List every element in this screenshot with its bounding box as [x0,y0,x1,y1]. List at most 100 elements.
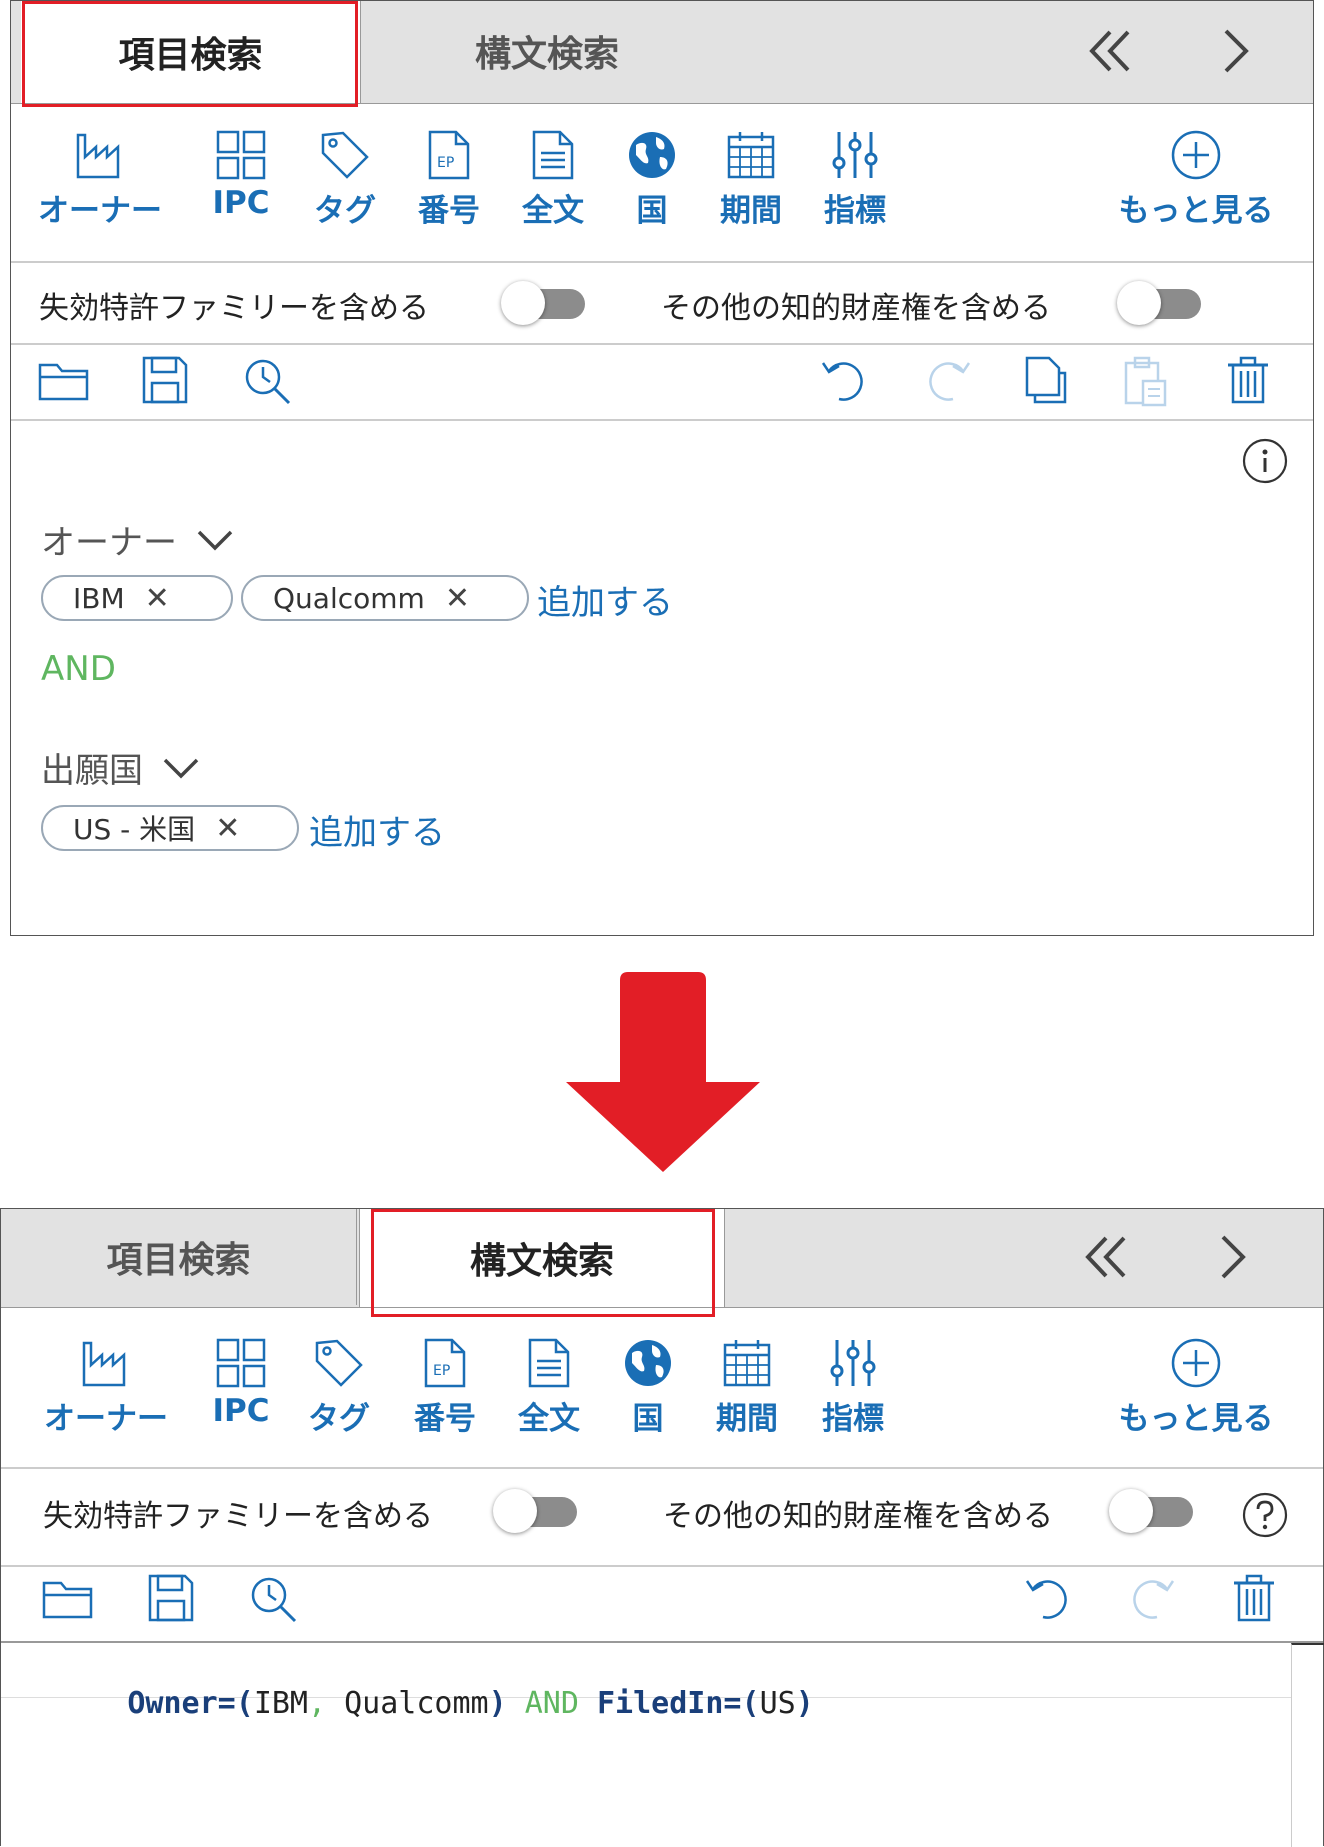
arrow-down-icon [566,972,760,1172]
double-chevron-left-icon[interactable] [1067,1209,1147,1305]
owner-label: オーナー [38,193,162,229]
history-search-icon[interactable] [247,1573,299,1627]
save-icon[interactable] [147,1573,195,1627]
sliders-icon [832,132,878,178]
ipc-label: IPC [212,1393,270,1429]
indicator-tool[interactable]: 指標 [813,1337,893,1438]
tag-tool[interactable]: タグ [299,1337,379,1438]
tag-tool[interactable]: タグ [305,129,385,230]
editor-scrollbar[interactable] [1291,1643,1324,1847]
close-paren: ) [795,1686,814,1721]
owner-group-header[interactable]: オーナー [41,515,235,564]
filedin-value: US [759,1686,796,1721]
indicator-label: 指標 [824,193,886,229]
tab-syntax-search[interactable]: 構文検索 [359,1209,725,1307]
close-icon[interactable]: ✕ [215,811,240,846]
country-chip[interactable]: US - 米国 ✕ [41,805,299,851]
more-tool[interactable]: もっと見る [1111,1337,1281,1438]
folder-open-icon[interactable] [41,1575,95,1625]
include-other-ip-toggle[interactable] [1109,1489,1199,1533]
undo-icon[interactable] [819,355,869,409]
owner-label: オーナー [44,1401,168,1437]
fulltext-tool[interactable]: 全文 [513,129,593,230]
trash-icon[interactable] [1231,1573,1277,1627]
indicator-tool[interactable]: 指標 [815,129,895,230]
number-label: 番号 [418,193,480,229]
owner-tool[interactable]: オーナー [41,1337,171,1438]
chevron-right-icon[interactable] [1196,1,1276,101]
chip-label: IBM [73,581,125,615]
include-other-ip-toggle[interactable] [1117,281,1207,325]
add-owner-link[interactable]: 追加する [537,575,673,624]
and-operator: AND [506,1686,597,1721]
trash-icon[interactable] [1225,355,1271,409]
help-icon[interactable] [1241,1491,1289,1543]
history-search-icon[interactable] [241,355,293,409]
owner-tool[interactable]: オーナー [35,129,165,230]
number-label: 番号 [414,1401,476,1437]
chip-label: Qualcomm [273,581,425,615]
owner-group-label: オーナー [41,523,177,563]
more-tool[interactable]: もっと見る [1111,129,1281,230]
divider [11,343,1313,345]
fulltext-tool[interactable]: 全文 [509,1337,589,1438]
ipc-tool[interactable]: IPC [201,1337,281,1429]
globe-icon [625,1340,671,1386]
include-lapsed-label: 失効特許ファミリーを含める [39,291,429,326]
number-tool[interactable]: EP 番号 [409,129,489,230]
tab-field-search[interactable]: 項目検索 [1,1209,357,1305]
syntax-editor[interactable]: Owner=(IBM, Qualcomm) AND FiledIn=(US) [1,1643,1324,1847]
country-group-header[interactable]: 出願国 [41,743,201,792]
folder-open-icon[interactable] [37,357,91,407]
close-icon[interactable]: ✕ [145,581,170,616]
include-lapsed-toggle[interactable] [493,1489,583,1533]
tab-field-search[interactable]: 項目検索 [21,1,361,103]
undo-icon[interactable] [1023,1573,1073,1627]
chip-label: US - 米国 [73,813,196,846]
tab-syntax-search[interactable]: 構文検索 [363,1,731,101]
redo-icon[interactable] [1127,1573,1177,1627]
filedin-key: FiledIn=( [597,1686,760,1721]
paste-icon[interactable] [1123,355,1169,411]
copy-icon[interactable] [1023,355,1069,409]
svg-text:EP: EP [437,155,454,171]
globe-icon [629,132,675,178]
owner-chip[interactable]: Qualcomm ✕ [241,575,529,621]
redo-icon[interactable] [923,355,973,409]
divider [1,1565,1323,1567]
svg-text:EP: EP [433,1363,450,1379]
ep-document-icon: EP [428,130,470,180]
close-icon[interactable]: ✕ [445,581,470,616]
save-icon[interactable] [141,355,189,409]
country-group-label: 出願国 [41,751,143,791]
ep-document-icon: EP [424,1338,466,1388]
period-tool[interactable]: 期間 [707,1337,787,1438]
period-label: 期間 [716,1401,778,1437]
include-lapsed-label: 失効特許ファミリーを含める [43,1499,433,1534]
plus-circle-icon [1171,1338,1221,1388]
include-lapsed-toggle[interactable] [501,281,591,325]
field-search-panel: 項目検索 構文検索 オーナー IPC タグ EP 番号 全文 国 期間 指標 も… [10,0,1314,936]
calendar-icon [727,132,775,179]
grid-icon [216,1338,266,1388]
add-country-link[interactable]: 追加する [309,805,445,854]
double-chevron-left-icon[interactable] [1071,1,1151,101]
tag-icon [315,1339,363,1387]
period-tool[interactable]: 期間 [711,129,791,230]
indicator-label: 指標 [822,1401,884,1437]
ipc-label: IPC [212,185,270,221]
country-tool[interactable]: 国 [613,1337,683,1438]
include-other-ip-label: その他の知的財産権を含める [663,1499,1053,1534]
ipc-tool[interactable]: IPC [201,129,281,221]
divider [11,261,1313,263]
tab-bar: 項目検索 構文検索 [11,1,1313,104]
syntax-query: Owner=(IBM, Qualcomm) AND FiledIn=(US) [19,1651,814,1756]
number-tool[interactable]: EP 番号 [405,1337,485,1438]
owner-chip[interactable]: IBM ✕ [41,575,233,621]
calendar-icon [723,1340,771,1387]
info-icon[interactable] [1241,437,1289,489]
country-tool[interactable]: 国 [617,129,687,230]
document-icon [528,1338,570,1388]
factory-icon [76,133,120,179]
chevron-right-icon[interactable] [1193,1209,1273,1305]
